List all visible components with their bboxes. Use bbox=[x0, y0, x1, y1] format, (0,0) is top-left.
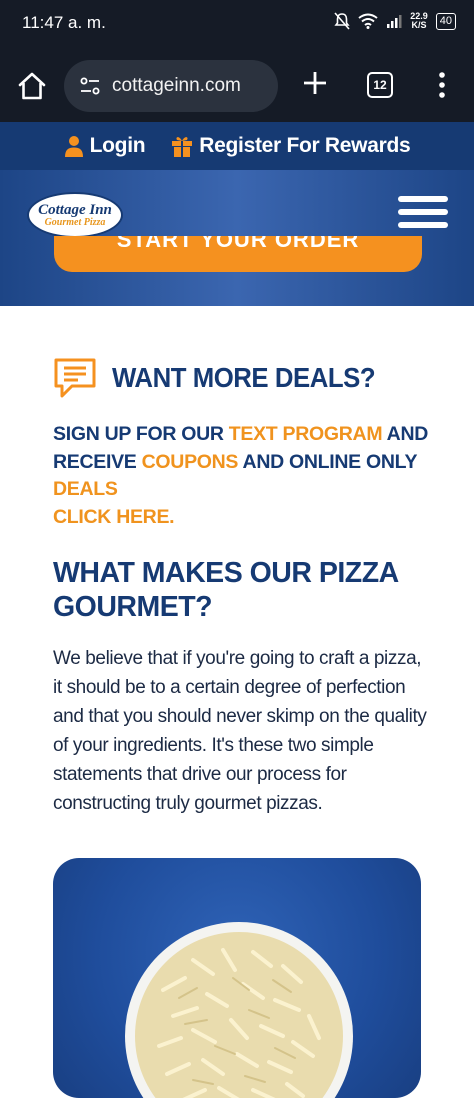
shredded-cheese-bowl-image bbox=[125, 922, 353, 1098]
click-here-link[interactable]: CLICK HERE. bbox=[53, 506, 175, 528]
mute-icon bbox=[334, 12, 350, 30]
gift-icon bbox=[172, 137, 193, 157]
deals-heading: WANT MORE DEALS? bbox=[112, 362, 376, 393]
gourmet-description: We believe that if you're going to craft… bbox=[53, 648, 427, 814]
logo-sub-text: Gourmet Pizza bbox=[44, 216, 106, 228]
user-icon bbox=[64, 136, 83, 157]
register-rewards-label[interactable]: Register For Rewards bbox=[199, 134, 410, 158]
tab-switcher-button[interactable]: 12 bbox=[367, 72, 393, 98]
signal-icon bbox=[387, 15, 402, 28]
home-icon[interactable] bbox=[16, 70, 48, 102]
deals-text-part: SIGN UP FOR OUR bbox=[53, 423, 229, 445]
battery-icon: 40 bbox=[435, 12, 456, 30]
start-order-button[interactable]: START YOUR ORDER bbox=[54, 236, 422, 272]
status-icons: 22.9 K/S 40 bbox=[334, 12, 456, 30]
network-speed: 22.9 K/S bbox=[410, 12, 428, 30]
deals-signup-text: SIGN UP FOR OUR TEXT PROGRAM AND RECEIVE… bbox=[53, 421, 433, 531]
status-time: 11:47 a. m. bbox=[22, 13, 106, 32]
new-tab-icon[interactable] bbox=[300, 68, 330, 98]
wifi-icon bbox=[358, 13, 378, 29]
deals-text-part: AND ONLINE ONLY bbox=[238, 450, 418, 473]
network-speed-unit: K/S bbox=[411, 20, 427, 30]
more-menu-icon[interactable] bbox=[432, 70, 452, 100]
status-bar: 11:47 a. m. 22.9 K/S 40 bbox=[0, 0, 474, 48]
site-top-bar: Login Register For Rewards bbox=[0, 122, 474, 170]
coupons-link[interactable]: COUPONS bbox=[142, 451, 239, 473]
logo-main-text: Cottage Inn bbox=[38, 201, 112, 218]
url-text[interactable]: cottageinn.com bbox=[112, 75, 241, 97]
cottage-inn-logo[interactable]: Cottage Inn Gourmet Pizza bbox=[27, 192, 123, 238]
text-program-link[interactable]: TEXT PROGRAM bbox=[229, 423, 383, 445]
address-bar[interactable]: cottageinn.com bbox=[64, 60, 278, 112]
hamburger-menu-icon[interactable] bbox=[398, 196, 448, 234]
cheese-image-card bbox=[53, 858, 421, 1098]
chat-message-icon bbox=[54, 358, 96, 398]
site-settings-icon[interactable] bbox=[78, 74, 102, 98]
login-label[interactable]: Login bbox=[90, 134, 146, 158]
deals-link[interactable]: DEALS bbox=[53, 478, 118, 500]
register-rewards-link[interactable]: Register For Rewards bbox=[171, 134, 411, 158]
login-link[interactable]: Login bbox=[64, 134, 146, 158]
gourmet-heading: WHAT MAKES OUR PIZZA GOURMET? bbox=[53, 557, 398, 623]
site-header: Cottage Inn Gourmet Pizza START YOUR ORD… bbox=[0, 170, 474, 306]
browser-toolbar: cottageinn.com 12 bbox=[0, 48, 474, 122]
